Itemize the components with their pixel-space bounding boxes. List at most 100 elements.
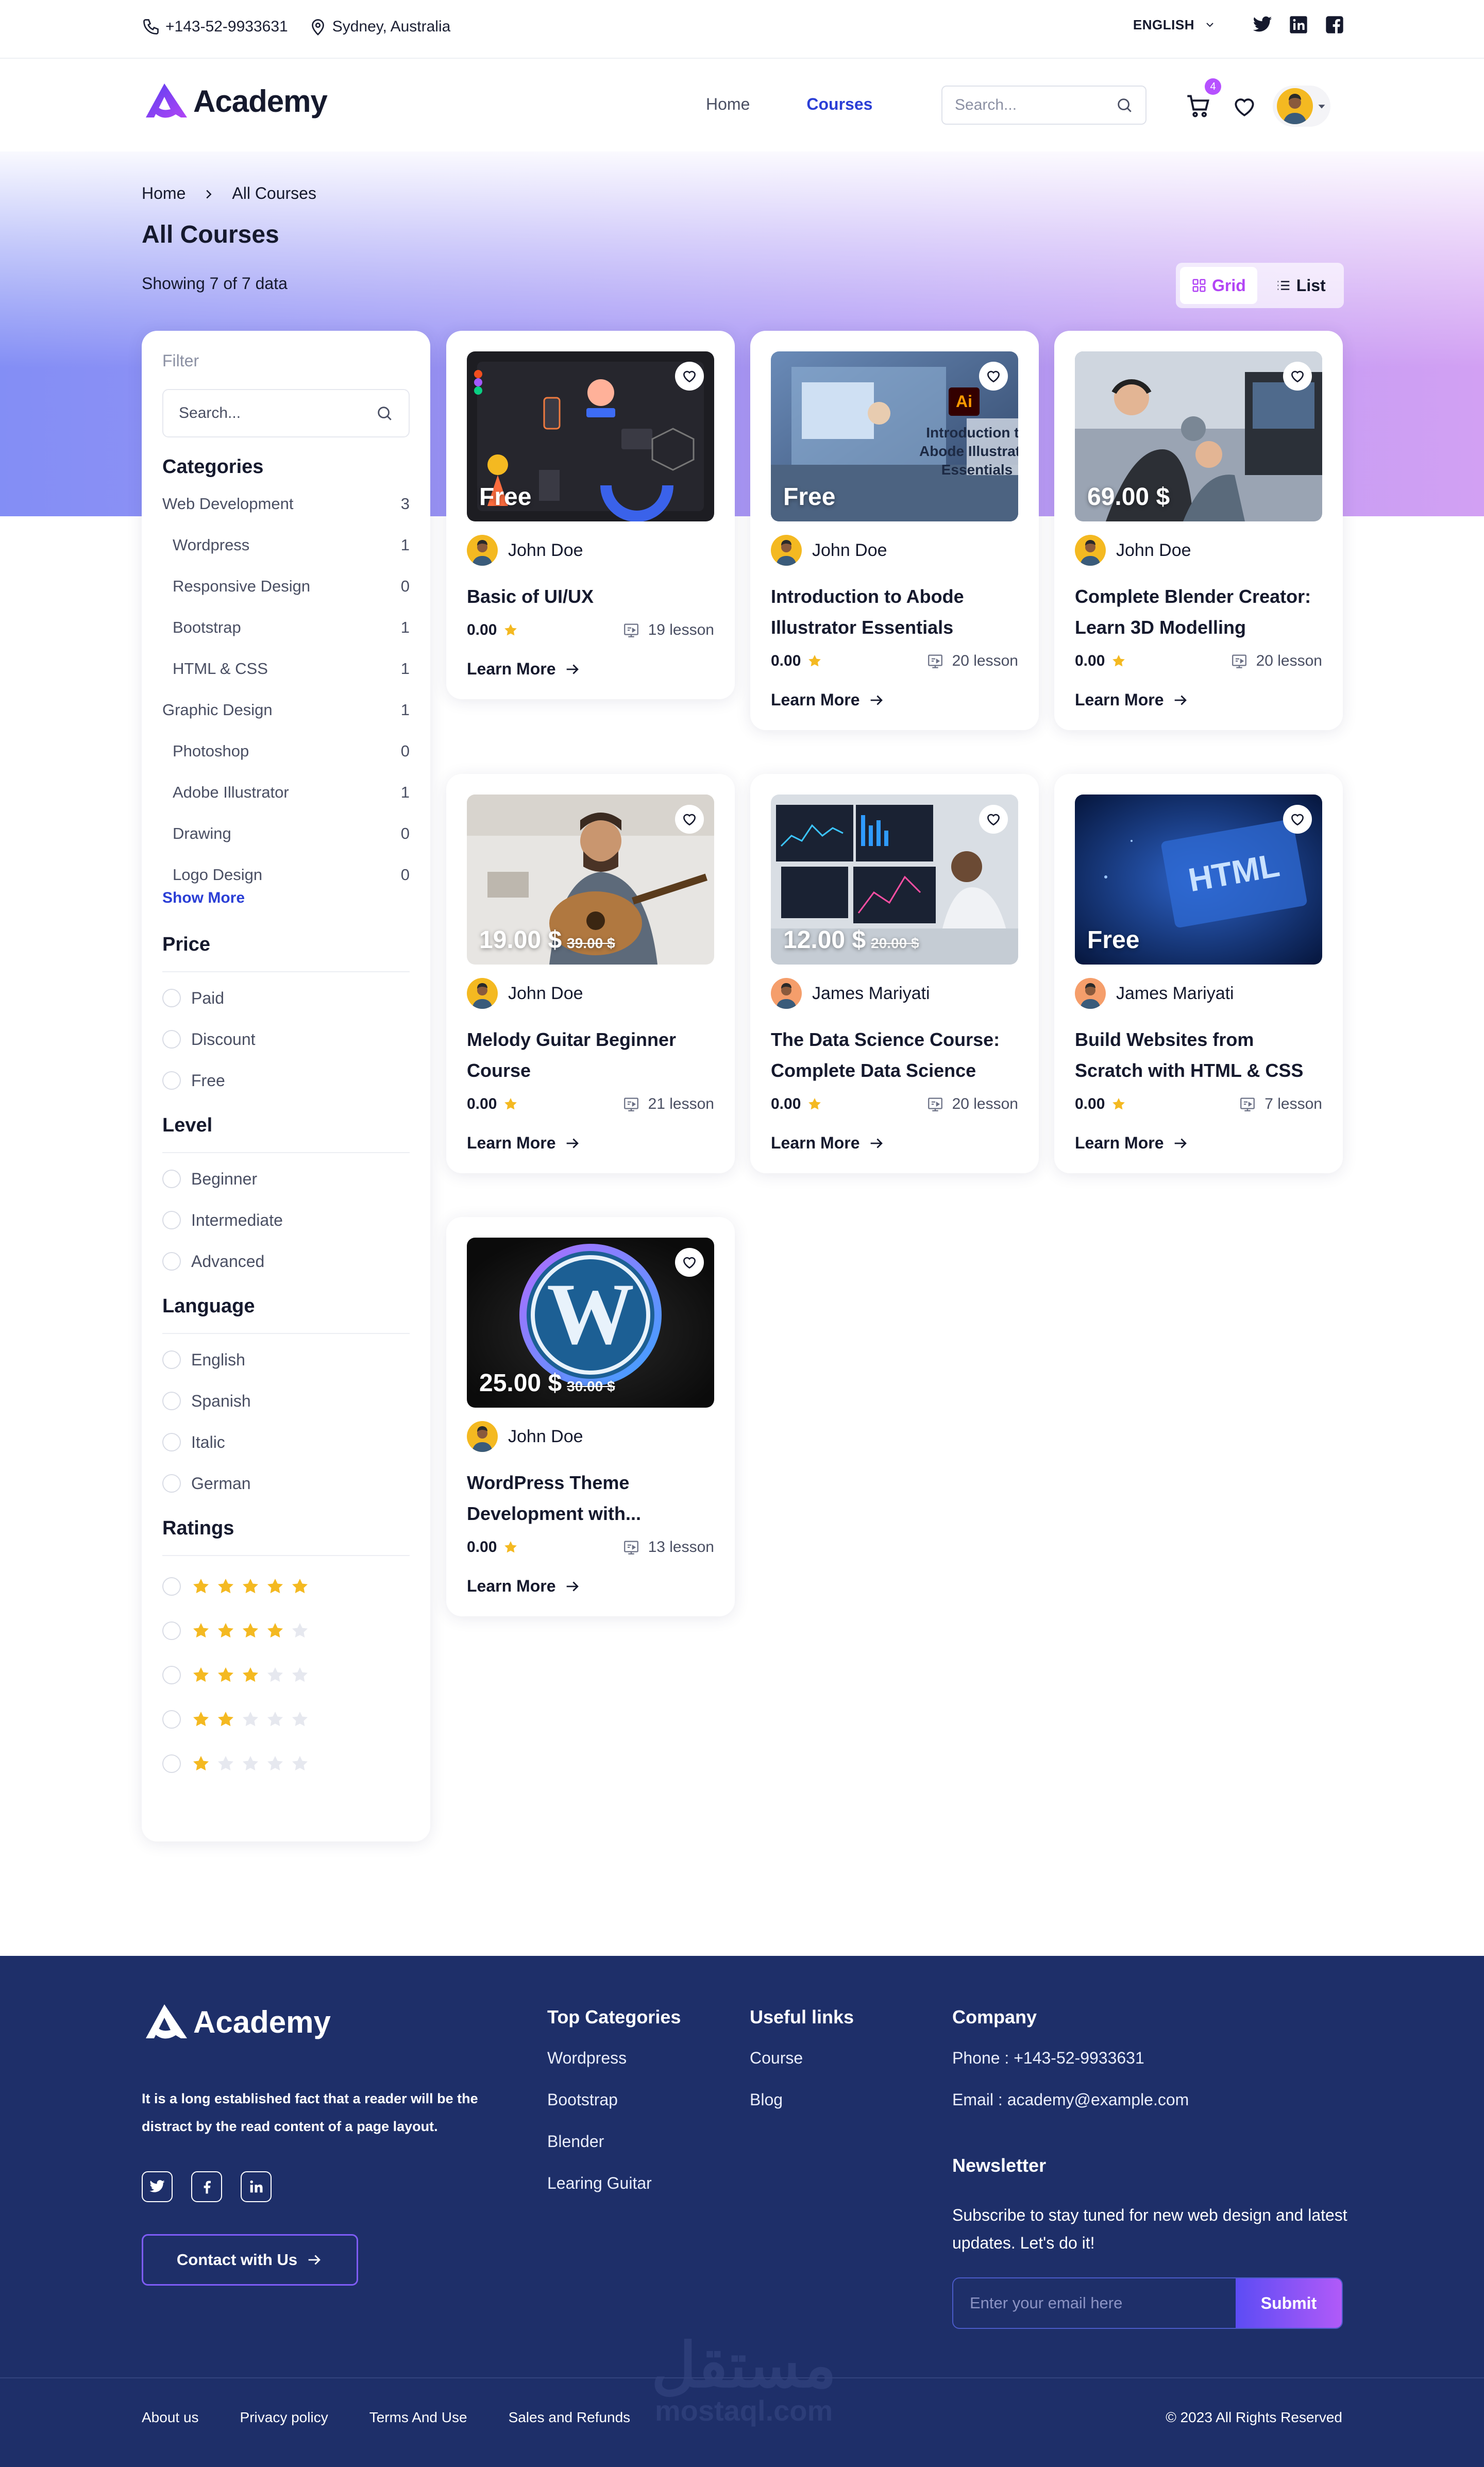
radio-button[interactable] [162,1754,181,1773]
search-icon[interactable] [1116,96,1133,114]
category-item[interactable]: Web Development 3 [162,483,410,525]
footer-linkedin-icon[interactable] [241,2171,272,2202]
course-thumbnail[interactable]: 69.00 $ [1075,351,1322,521]
category-item[interactable]: Drawing 0 [162,813,410,854]
radio-button[interactable] [162,1071,181,1090]
course-thumbnail[interactable]: HTML Free [1075,795,1322,965]
learn-more-link[interactable]: Learn More [771,690,1018,709]
learn-more-link[interactable]: Learn More [1075,1134,1322,1153]
footer-bottom-link[interactable]: About us [142,2409,199,2426]
category-item[interactable]: Bootstrap 1 [162,607,410,648]
radio-button[interactable] [162,1621,181,1640]
cart-icon[interactable] [1185,93,1212,120]
radio-button[interactable] [162,1252,181,1271]
wishlist-button[interactable] [675,805,704,834]
language-selector[interactable]: ENGLISH [1133,17,1216,33]
footer-logo[interactable]: Academy [142,2001,331,2042]
header-search-input[interactable]: Search... [941,86,1146,125]
wishlist-button[interactable] [979,362,1008,391]
search-icon[interactable] [376,404,393,422]
rating-option[interactable] [162,1697,410,1742]
course-author[interactable]: James Mariyati [771,978,1018,1009]
footer-bottom-link[interactable]: Privacy policy [240,2409,328,2426]
footer-facebook-icon[interactable] [191,2171,222,2202]
footer-link[interactable]: Wordpress [547,2049,681,2090]
course-title[interactable]: Introduction to Abode Illustrator Essent… [771,581,1018,643]
language-option[interactable]: Spanish [162,1380,410,1422]
footer-link[interactable]: Course [750,2049,854,2090]
footer-link[interactable]: Blender [547,2132,681,2174]
rating-option[interactable] [162,1609,410,1653]
site-logo[interactable]: Academy [142,80,328,122]
course-title[interactable]: Melody Guitar Beginner Course [467,1024,714,1086]
category-item[interactable]: Adobe Illustrator 1 [162,772,410,813]
level-option[interactable]: Intermediate [162,1199,410,1241]
level-option[interactable]: Advanced [162,1241,410,1282]
course-author[interactable]: John Doe [1075,535,1322,566]
course-thumbnail[interactable]: Free [467,351,714,521]
wishlist-button[interactable] [675,1248,704,1277]
user-menu[interactable] [1273,86,1330,127]
nav-courses[interactable]: Courses [806,95,872,114]
course-thumbnail[interactable]: 12.00 $ 20.00 $ [771,795,1018,965]
radio-button[interactable] [162,1710,181,1729]
radio-button[interactable] [162,1577,181,1596]
radio-button[interactable] [162,989,181,1007]
wishlist-button[interactable] [675,362,704,391]
course-author[interactable]: John Doe [467,1421,714,1452]
rating-option[interactable] [162,1653,410,1697]
price-option[interactable]: Discount [162,1019,410,1060]
wishlist-button[interactable] [1283,805,1312,834]
course-title[interactable]: Basic of UI/UX [467,581,714,612]
radio-button[interactable] [162,1350,181,1369]
course-thumbnail[interactable]: W 25.00 $ 30.00 $ [467,1238,714,1408]
linkedin-icon[interactable] [1288,14,1309,35]
footer-bottom-link[interactable]: Sales and Refunds [509,2409,631,2426]
category-item[interactable]: HTML & CSS 1 [162,648,410,689]
level-option[interactable]: Beginner [162,1158,410,1199]
contact-us-button[interactable]: Contact with Us [142,2234,358,2286]
price-option[interactable]: Free [162,1060,410,1101]
radio-button[interactable] [162,1170,181,1188]
course-title[interactable]: The Data Science Course: Complete Data S… [771,1024,1018,1086]
footer-twitter-icon[interactable] [142,2171,173,2202]
company-email[interactable]: Email : academy@example.com [952,2090,1189,2132]
category-item[interactable]: Graphic Design 1 [162,689,410,731]
category-item[interactable]: Responsive Design 0 [162,566,410,607]
course-author[interactable]: James Mariyati [1075,978,1322,1009]
course-author[interactable]: John Doe [467,535,714,566]
radio-button[interactable] [162,1433,181,1451]
facebook-icon[interactable] [1324,14,1345,35]
newsletter-submit-button[interactable]: Submit [1236,2278,1342,2328]
course-title[interactable]: Build Websites from Scratch with HTML & … [1075,1024,1322,1086]
wishlist-button[interactable] [979,805,1008,834]
twitter-icon[interactable] [1252,14,1273,35]
learn-more-link[interactable]: Learn More [771,1134,1018,1153]
course-thumbnail[interactable]: 19.00 $ 39.00 $ [467,795,714,965]
rating-option[interactable] [162,1742,410,1786]
rating-option[interactable] [162,1564,410,1609]
category-item[interactable]: Wordpress 1 [162,525,410,566]
learn-more-link[interactable]: Learn More [467,1577,714,1596]
price-option[interactable]: Paid [162,977,410,1019]
course-thumbnail[interactable]: Ai Introduction to Abode Illustrator Esse… [771,351,1018,521]
radio-button[interactable] [162,1666,181,1684]
category-item[interactable]: Photoshop 0 [162,731,410,772]
footer-bottom-link[interactable]: Terms And Use [369,2409,467,2426]
radio-button[interactable] [162,1211,181,1229]
breadcrumb-home[interactable]: Home [142,184,185,205]
footer-link[interactable]: Bootstrap [547,2090,681,2132]
filter-search-input[interactable]: Search... [162,389,410,437]
list-view-button[interactable]: List [1264,267,1337,304]
footer-link[interactable]: Learing Guitar [547,2174,681,2216]
course-title[interactable]: WordPress Theme Development with... [467,1467,714,1529]
radio-button[interactable] [162,1392,181,1410]
newsletter-email-input[interactable]: Enter your email here [953,2278,1236,2328]
learn-more-link[interactable]: Learn More [467,660,714,679]
language-option[interactable]: English [162,1339,410,1380]
language-option[interactable]: Italic [162,1422,410,1463]
course-author[interactable]: John Doe [771,535,1018,566]
footer-link[interactable]: Blog [750,2090,854,2132]
language-option[interactable]: German [162,1463,410,1504]
show-more-link[interactable]: Show More [162,889,410,907]
